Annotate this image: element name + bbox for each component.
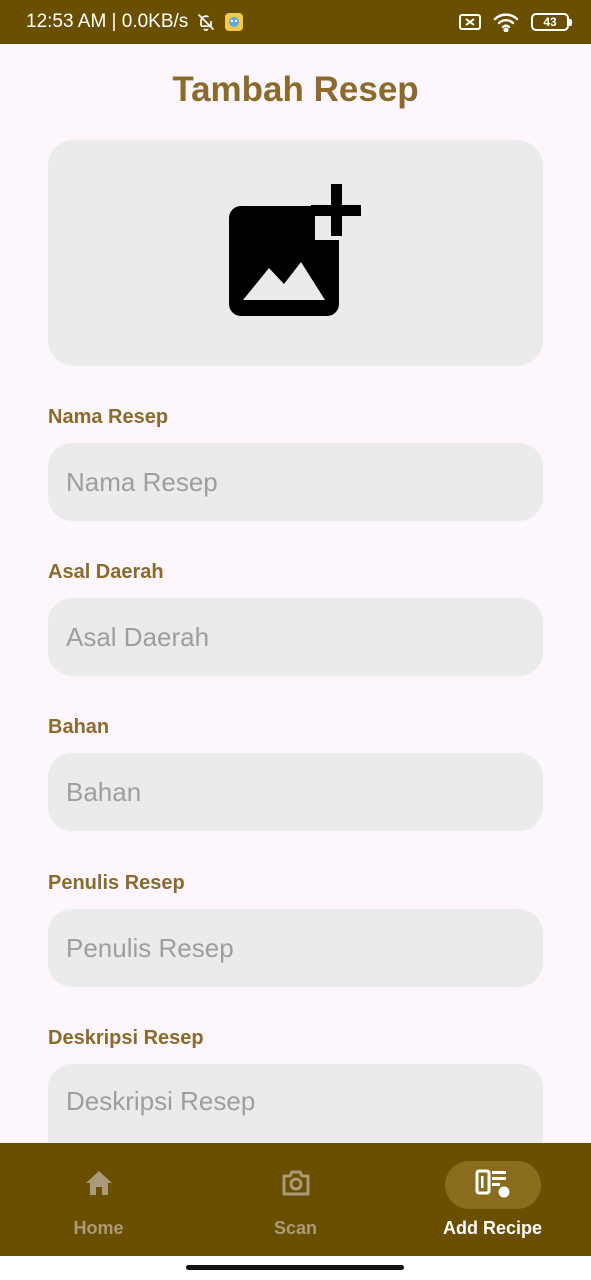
status-right: 43 <box>459 12 572 32</box>
wifi-icon <box>493 12 519 32</box>
field-label-bahan: Bahan <box>48 716 110 738</box>
penulis-resep-input[interactable] <box>48 909 543 987</box>
home-icon <box>84 1169 114 1202</box>
nav-label-home: Home <box>73 1218 124 1238</box>
nav-icon-container <box>248 1161 344 1209</box>
nav-item-home[interactable]: Home <box>0 1143 197 1256</box>
notifications-off-icon <box>196 12 216 32</box>
nama-resep-input[interactable] <box>48 443 543 521</box>
nav-label-add-recipe: Add Recipe <box>442 1218 543 1238</box>
status-bar: 12:53 AM | 0.0KB/s 43 <box>0 0 591 44</box>
status-left: 12:53 AM | 0.0KB/s <box>26 11 244 33</box>
field-label-penulis-resep: Penulis Resep <box>48 872 185 894</box>
nav-icon-container <box>51 1161 147 1209</box>
add-recipe-icon <box>475 1168 511 1203</box>
no-sim-icon <box>459 13 481 31</box>
home-gesture-bar[interactable] <box>186 1265 404 1270</box>
add-photo-icon[interactable] <box>228 183 363 323</box>
nav-item-scan[interactable]: Scan <box>197 1143 394 1256</box>
field-label-deskripsi-resep: Deskripsi Resep <box>48 1027 204 1049</box>
asal-daerah-input[interactable] <box>48 598 543 676</box>
page-title: Tambah Resep <box>172 70 419 109</box>
image-picker[interactable] <box>48 140 543 366</box>
bottom-navigation: Home Scan Add Recipe <box>0 1143 591 1256</box>
battery-indicator: 43 <box>531 13 572 31</box>
nav-icon-container-active <box>444 1161 541 1209</box>
bahan-input[interactable] <box>48 753 543 831</box>
field-label-asal-daerah: Asal Daerah <box>48 561 164 583</box>
nav-label-scan: Scan <box>273 1218 318 1238</box>
camera-icon <box>280 1168 312 1203</box>
app-notification-icon <box>224 12 244 32</box>
status-time-speed: 12:53 AM | 0.0KB/s <box>26 11 189 32</box>
field-label-nama-resep: Nama Resep <box>48 406 169 428</box>
nav-item-add-recipe[interactable]: Add Recipe <box>394 1143 591 1256</box>
